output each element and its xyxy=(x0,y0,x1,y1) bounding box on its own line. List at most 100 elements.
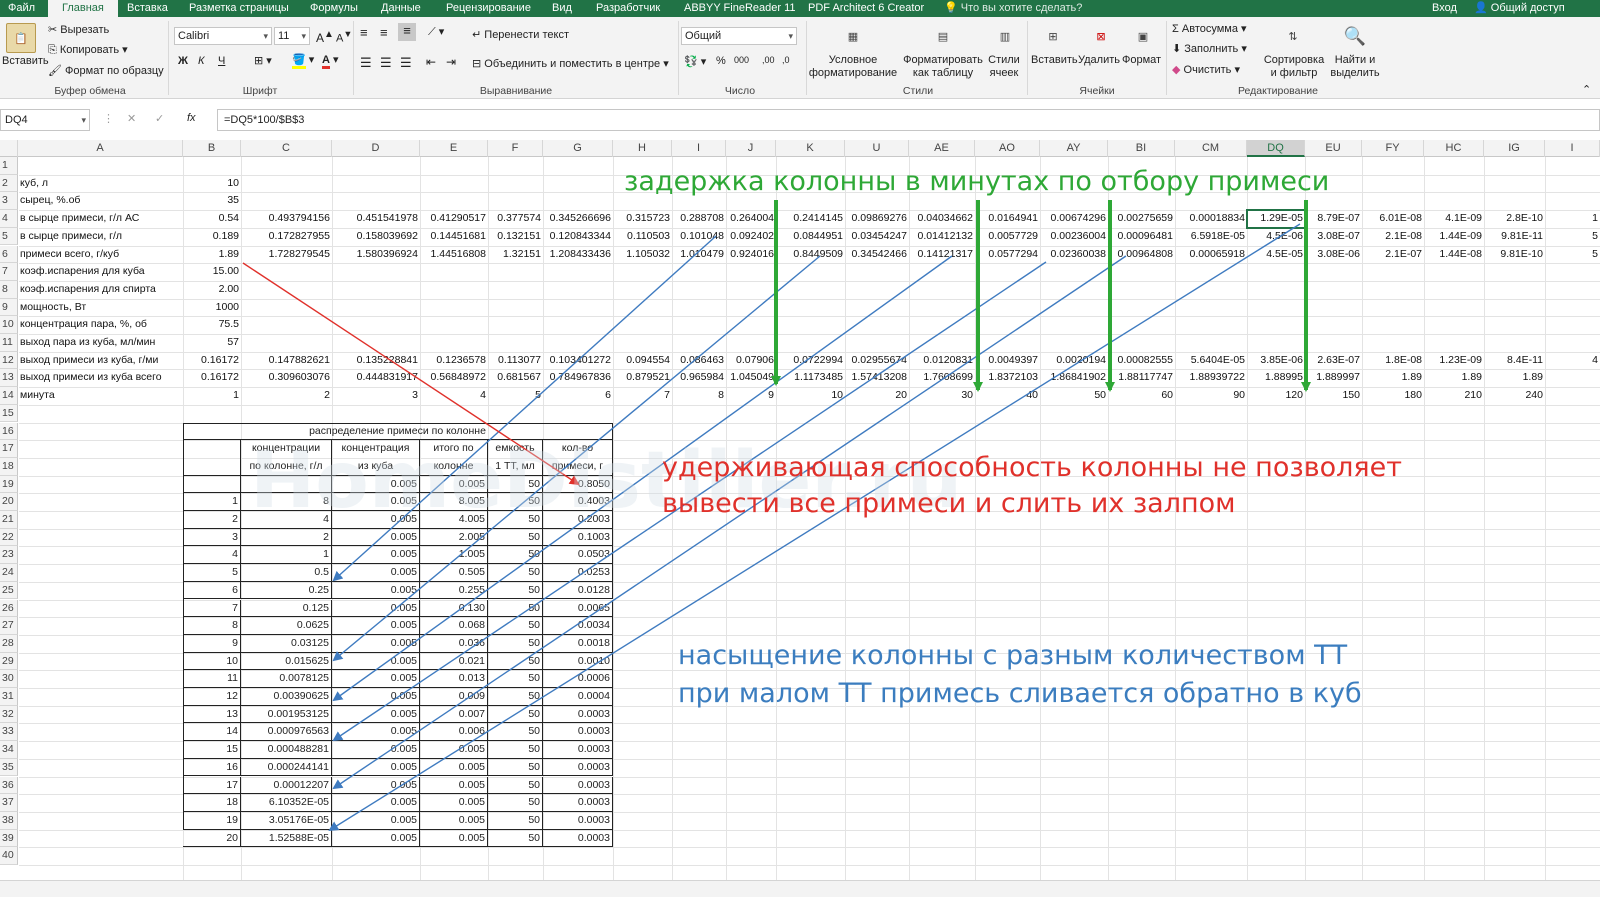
row-header[interactable]: 16 xyxy=(0,422,18,441)
value-cell[interactable]: 57 xyxy=(183,334,239,352)
value-cell[interactable]: 15.00 xyxy=(183,263,239,281)
delete-cells-icon[interactable]: ⊠ xyxy=(1086,21,1116,51)
distribution-table-cell[interactable]: 4 xyxy=(183,546,241,565)
value-cell[interactable]: 4 xyxy=(1545,352,1598,370)
value-cell[interactable]: 0.189 xyxy=(183,228,239,246)
row-header[interactable]: 10 xyxy=(0,316,18,334)
value-cell[interactable]: 1.8E-08 xyxy=(1362,352,1422,370)
tab-review[interactable]: Рецензирование xyxy=(446,0,531,17)
increase-decimal-icon[interactable]: ,00 xyxy=(762,55,775,65)
distribution-table-cell[interactable]: 20 xyxy=(183,829,241,848)
tab-abbyy[interactable]: ABBYY FineReader 11 xyxy=(684,0,796,17)
row-header[interactable]: 6 xyxy=(0,245,18,264)
row-header[interactable]: 18 xyxy=(0,457,18,476)
tab-pdf-architect[interactable]: PDF Architect 6 Creator xyxy=(808,0,924,17)
distribution-table-cell[interactable]: 0.255 xyxy=(420,581,488,600)
distribution-table-cell[interactable]: 50 xyxy=(488,528,543,547)
value-cell[interactable]: 0.0020194 xyxy=(1040,352,1106,370)
distribution-table-cell[interactable]: 0.0006 xyxy=(543,670,613,688)
value-cell[interactable]: 1.580396924 xyxy=(332,246,418,264)
value-cell[interactable]: 1.105032 xyxy=(613,246,670,264)
value-cell[interactable]: 0.0164941 xyxy=(975,210,1038,228)
column-header-c[interactable]: C xyxy=(241,140,332,157)
share-button[interactable]: 👤 Общий доступ xyxy=(1474,0,1565,16)
autosum-button[interactable]: Σ Автосумма ▾ xyxy=(1172,22,1247,35)
distribution-table-cell[interactable]: 0.005 xyxy=(332,652,420,671)
find-select-button[interactable]: Найти и выделить xyxy=(1326,54,1384,80)
column-header-bi[interactable]: BI xyxy=(1108,140,1175,157)
value-cell[interactable]: 10 xyxy=(776,387,843,405)
value-cell[interactable]: 4.5E-05 xyxy=(1247,246,1303,264)
distribution-table-cell[interactable]: 0.006 xyxy=(420,723,488,742)
fill-color-icon[interactable]: 🪣 ▾ xyxy=(292,53,314,69)
value-cell[interactable]: 0.0120831 xyxy=(909,352,973,370)
distribution-table-cell[interactable]: 0.0003 xyxy=(543,829,613,848)
distribution-table-cell[interactable]: 0.005 xyxy=(420,758,488,777)
value-cell[interactable]: 0.158039692 xyxy=(332,228,418,246)
row-header[interactable]: 1 xyxy=(0,157,18,175)
value-cell[interactable]: 0.288708 xyxy=(672,210,724,228)
column-header-ig[interactable]: IG xyxy=(1484,140,1545,157)
value-cell[interactable]: 5 xyxy=(1545,228,1598,246)
value-cell[interactable]: 0.02360038 xyxy=(1040,246,1106,264)
value-cell[interactable]: 0.377574 xyxy=(488,210,541,228)
value-cell[interactable]: 2.63E-07 xyxy=(1305,352,1360,370)
value-cell[interactable]: 0.345266696 xyxy=(543,210,611,228)
distribution-table-cell[interactable]: 0.009 xyxy=(420,688,488,706)
distribution-table-cell[interactable]: 0.000488281 xyxy=(241,741,332,759)
sign-in-link[interactable]: Вход xyxy=(1432,0,1457,16)
value-cell[interactable]: 1.88995 xyxy=(1247,369,1303,387)
value-cell[interactable]: 0.0049397 xyxy=(975,352,1038,370)
distribution-table-cell[interactable]: 50 xyxy=(488,617,543,635)
column-header-f[interactable]: F xyxy=(488,140,543,157)
value-cell[interactable]: 1.88117747 xyxy=(1108,369,1173,387)
value-cell[interactable]: 0.132151 xyxy=(488,228,541,246)
distribution-table-cell[interactable]: 0.0003 xyxy=(543,741,613,759)
format-cells-icon[interactable]: ▣ xyxy=(1128,21,1158,51)
value-cell[interactable]: 0.681567 xyxy=(488,369,541,387)
distribution-table-cell[interactable]: 0.0128 xyxy=(543,581,613,600)
tab-view[interactable]: Вид xyxy=(552,0,572,17)
value-cell[interactable]: 2 xyxy=(241,387,330,405)
distribution-table-cell[interactable]: 0.005 xyxy=(332,829,420,848)
row-label-cell[interactable]: концентрация пара, %, об xyxy=(20,316,147,334)
insert-cells-button[interactable]: Вставить xyxy=(1031,54,1078,66)
row-label-cell[interactable]: в сырце примеси, г/л АС xyxy=(20,210,139,228)
row-header[interactable]: 21 xyxy=(0,511,18,529)
value-cell[interactable]: 50 xyxy=(1040,387,1106,405)
row-header[interactable]: 24 xyxy=(0,564,18,582)
distribution-table-cell[interactable]: 0.005 xyxy=(332,564,420,582)
column-header-u[interactable]: U xyxy=(845,140,909,157)
row-header[interactable]: 14 xyxy=(0,387,18,405)
tab-file[interactable]: Файл xyxy=(8,0,35,17)
row-header[interactable]: 3 xyxy=(0,192,18,211)
column-header-i[interactable]: I xyxy=(1545,140,1600,157)
value-cell[interactable]: 3.08E-07 xyxy=(1305,228,1360,246)
row-label-cell[interactable]: мощность, Вт xyxy=(20,299,86,317)
row-label-cell[interactable]: куб, л xyxy=(20,175,48,193)
value-cell[interactable]: 0.135228841 xyxy=(332,352,418,370)
row-header[interactable]: 25 xyxy=(0,581,18,600)
distribution-table-cell[interactable]: 2.005 xyxy=(420,528,488,547)
value-cell[interactable]: 0.879521 xyxy=(613,369,670,387)
tab-insert[interactable]: Вставка xyxy=(127,0,168,17)
align-right-icon[interactable]: ☰ xyxy=(400,55,412,71)
row-header[interactable]: 23 xyxy=(0,546,18,565)
distribution-table-cell[interactable]: 0.25 xyxy=(241,581,332,600)
value-cell[interactable]: 0.094554 xyxy=(613,352,670,370)
value-cell[interactable]: 180 xyxy=(1362,387,1422,405)
value-cell[interactable]: 1.29E-05 xyxy=(1247,210,1303,228)
value-cell[interactable]: 1.57413208 xyxy=(845,369,907,387)
value-cell[interactable]: 1.1173485 xyxy=(776,369,843,387)
row-header[interactable]: 19 xyxy=(0,475,18,494)
format-painter-button[interactable]: 🖌 Формат по образцу xyxy=(48,64,164,77)
column-header-j[interactable]: J xyxy=(726,140,776,157)
value-cell[interactable]: 0.113077 xyxy=(488,352,541,370)
row-header[interactable]: 29 xyxy=(0,652,18,671)
value-cell[interactable]: 10 xyxy=(183,175,239,193)
value-cell[interactable]: 75.5 xyxy=(183,316,239,334)
column-header-a[interactable]: A xyxy=(18,140,183,157)
distribution-table-cell[interactable]: 0.068 xyxy=(420,617,488,635)
value-cell[interactable]: 1.89 xyxy=(183,246,239,264)
distribution-table-cell[interactable]: 50 xyxy=(488,811,543,830)
